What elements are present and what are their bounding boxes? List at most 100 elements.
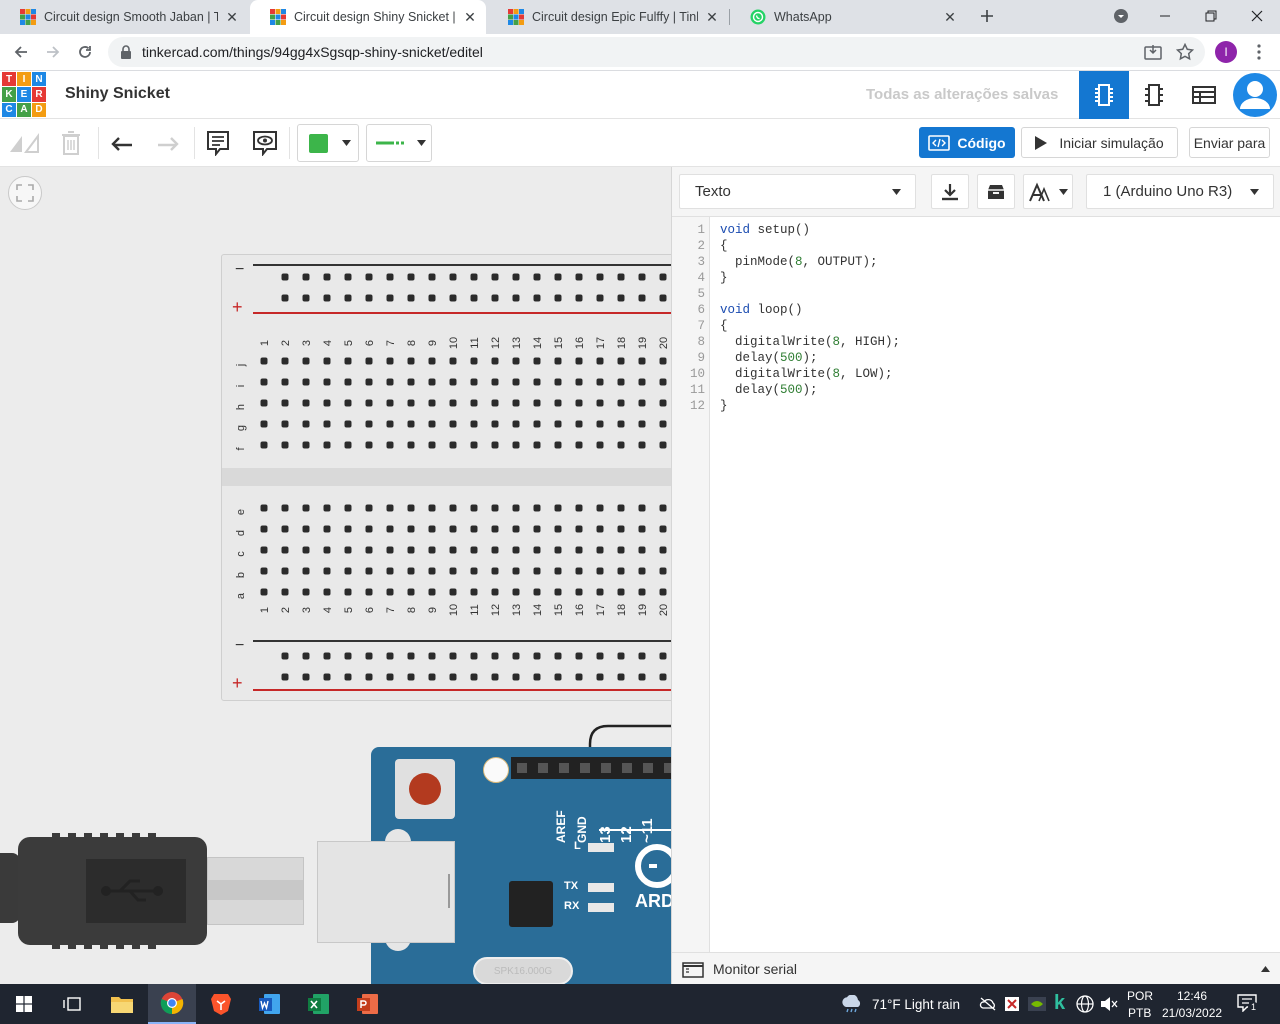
breadboard-hole[interactable]	[344, 420, 352, 428]
breadboard-hole[interactable]	[365, 673, 373, 681]
task-view-button[interactable]	[48, 984, 96, 1024]
breadboard-hole[interactable]	[386, 378, 394, 386]
breadboard-hole[interactable]	[617, 504, 625, 512]
schematic-view-button[interactable]	[1129, 71, 1179, 119]
breadboard-hole[interactable]	[365, 567, 373, 575]
browser-tab[interactable]: Circuit design Epic Fulffy | Tinkerc ✕	[488, 0, 728, 34]
breadboard-hole[interactable]	[386, 546, 394, 554]
code-editor[interactable]: void setup(){ pinMode(8, OUTPUT);} void l…	[710, 217, 1280, 952]
breadboard-hole[interactable]	[386, 588, 394, 596]
breadboard-hole[interactable]	[344, 673, 352, 681]
breadboard-hole[interactable]	[491, 378, 499, 386]
breadboard-hole[interactable]	[302, 378, 310, 386]
breadboard-hole[interactable]	[554, 567, 562, 575]
breadboard-hole[interactable]	[344, 588, 352, 596]
breadboard-hole[interactable]	[386, 525, 394, 533]
breadboard-hole[interactable]	[407, 525, 415, 533]
breadboard-hole[interactable]	[554, 525, 562, 533]
breadboard-hole[interactable]	[365, 525, 373, 533]
breadboard-hole[interactable]	[554, 378, 562, 386]
rain-cloud-icon[interactable]	[840, 995, 864, 1013]
breadboard-hole[interactable]	[617, 652, 625, 660]
notification-center-button[interactable]: 1	[1237, 994, 1259, 1013]
breadboard-hole[interactable]	[449, 673, 457, 681]
breadboard-hole[interactable]	[470, 378, 478, 386]
reload-button[interactable]	[70, 37, 100, 67]
caret-up-icon[interactable]	[1261, 966, 1270, 972]
toggle-notes-visibility-button[interactable]	[247, 125, 283, 161]
breadboard-hole[interactable]	[344, 652, 352, 660]
breadboard-hole[interactable]	[281, 546, 289, 554]
breadboard-hole[interactable]	[386, 420, 394, 428]
breadboard-hole[interactable]	[365, 441, 373, 449]
breadboard-hole[interactable]	[533, 546, 541, 554]
breadboard-hole[interactable]	[596, 652, 604, 660]
breadboard-hole[interactable]	[617, 525, 625, 533]
tab-close-icon[interactable]: ✕	[942, 9, 958, 25]
breadboard-hole[interactable]	[470, 525, 478, 533]
breadboard-hole[interactable]	[575, 504, 583, 512]
breadboard-hole[interactable]	[638, 420, 646, 428]
language-top[interactable]: POR	[1127, 989, 1153, 1003]
code-mode-dropdown[interactable]: Texto	[679, 174, 916, 209]
breadboard-hole[interactable]	[575, 273, 583, 281]
breadboard-hole[interactable]	[659, 546, 667, 554]
breadboard-hole[interactable]	[617, 567, 625, 575]
breadboard-hole[interactable]	[428, 399, 436, 407]
browser-tab[interactable]: Circuit design Smooth Jaban | Tin ✕	[0, 0, 248, 34]
breadboard-hole[interactable]	[512, 273, 520, 281]
breadboard-hole[interactable]	[638, 273, 646, 281]
breadboard-hole[interactable]	[281, 588, 289, 596]
breadboard-hole[interactable]	[512, 567, 520, 575]
breadboard-hole[interactable]	[491, 294, 499, 302]
breadboard-hole[interactable]	[407, 420, 415, 428]
circuit-canvas[interactable]: − + − + 1 1 2 2 3 3 4 4 5 5 6 6 7 7 8 8 9 9 10 10 11 11 12 12 13…	[0, 167, 671, 984]
breadboard-hole[interactable]	[575, 399, 583, 407]
breadboard-hole[interactable]	[617, 399, 625, 407]
breadboard-hole[interactable]	[386, 504, 394, 512]
breadboard-hole[interactable]	[491, 504, 499, 512]
breadboard-hole[interactable]	[554, 273, 562, 281]
redo-button[interactable]	[150, 125, 186, 161]
breadboard-hole[interactable]	[638, 588, 646, 596]
undo-button[interactable]	[104, 125, 140, 161]
start-button[interactable]	[0, 984, 48, 1024]
breadboard-hole[interactable]	[386, 441, 394, 449]
breadboard-hole[interactable]	[596, 399, 604, 407]
wire-color-dropdown[interactable]	[297, 124, 359, 162]
breadboard-hole[interactable]	[449, 378, 457, 386]
breadboard-hole[interactable]	[323, 420, 331, 428]
breadboard-hole[interactable]	[491, 673, 499, 681]
breadboard-hole[interactable]	[323, 567, 331, 575]
breadboard-hole[interactable]	[638, 441, 646, 449]
breadboard-hole[interactable]	[365, 357, 373, 365]
breadboard-hole[interactable]	[659, 525, 667, 533]
serial-monitor-bar[interactable]: Monitor serial	[672, 952, 1280, 984]
breadboard-hole[interactable]	[323, 399, 331, 407]
breadboard-hole[interactable]	[470, 420, 478, 428]
breadboard-hole[interactable]	[344, 504, 352, 512]
breadboard-hole[interactable]	[260, 588, 268, 596]
breadboard-hole[interactable]	[638, 652, 646, 660]
breadboard-hole[interactable]	[302, 273, 310, 281]
breadboard-hole[interactable]	[365, 504, 373, 512]
breadboard-hole[interactable]	[596, 378, 604, 386]
breadboard-hole[interactable]	[575, 525, 583, 533]
breadboard-hole[interactable]	[512, 504, 520, 512]
breadboard-hole[interactable]	[491, 588, 499, 596]
breadboard-hole[interactable]	[344, 546, 352, 554]
breadboard-hole[interactable]	[470, 441, 478, 449]
breadboard-hole[interactable]	[302, 652, 310, 660]
breadboard-hole[interactable]	[365, 378, 373, 386]
breadboard-hole[interactable]	[638, 673, 646, 681]
breadboard-hole[interactable]	[365, 399, 373, 407]
breadboard-hole[interactable]	[386, 294, 394, 302]
breadboard-hole[interactable]	[449, 504, 457, 512]
breadboard-hole[interactable]	[302, 567, 310, 575]
breadboard-hole[interactable]	[281, 357, 289, 365]
breadboard-hole[interactable]	[575, 441, 583, 449]
breadboard-hole[interactable]	[596, 588, 604, 596]
breadboard-hole[interactable]	[407, 441, 415, 449]
breadboard-hole[interactable]	[281, 504, 289, 512]
breadboard-hole[interactable]	[596, 273, 604, 281]
